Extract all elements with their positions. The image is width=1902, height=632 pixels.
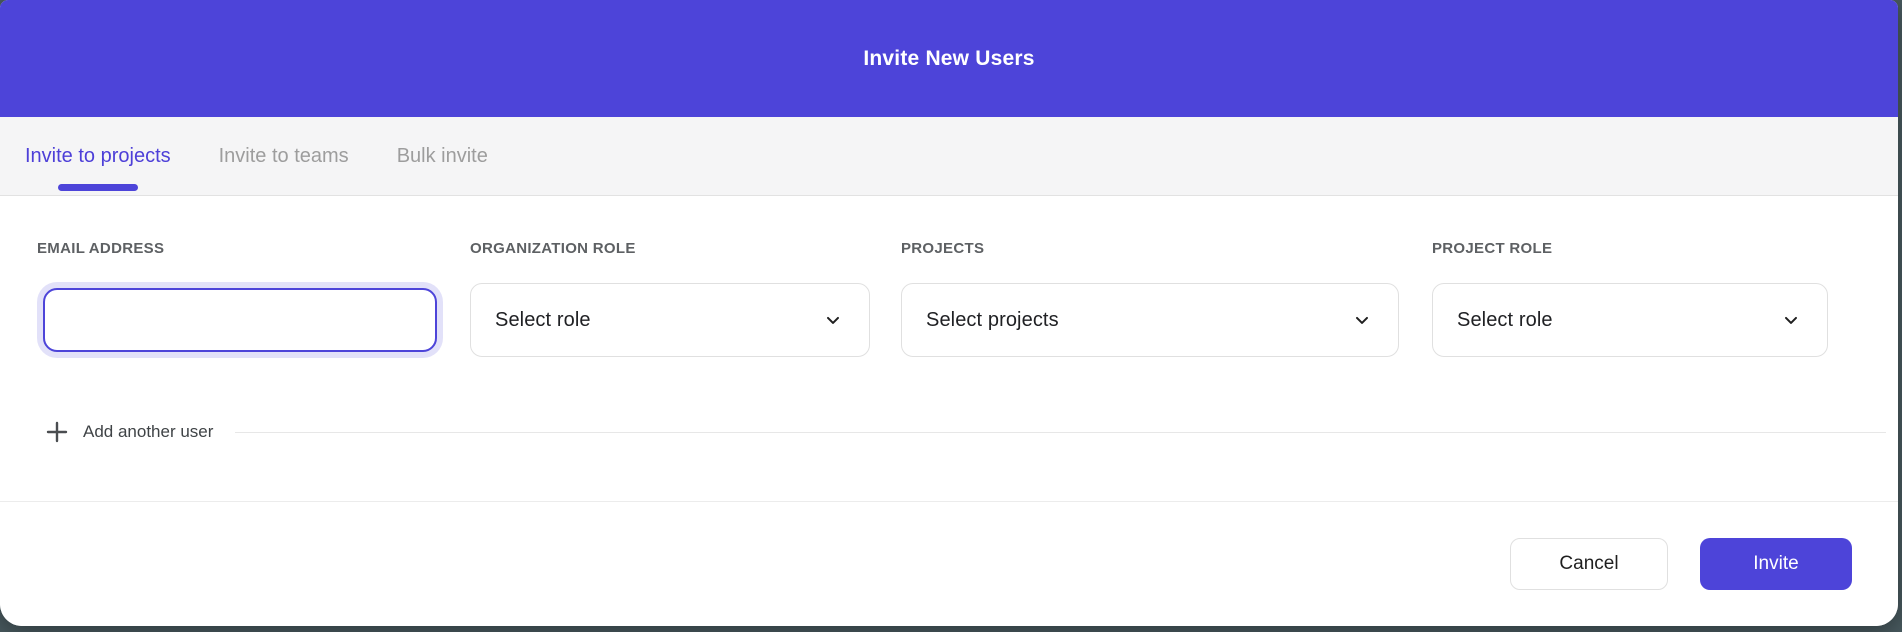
add-user-row: Add another user (37, 420, 1898, 444)
select-value: Select projects (926, 309, 1059, 332)
email-input[interactable] (43, 288, 437, 352)
email-input-wrap (37, 283, 443, 357)
email-address-label: EMAIL ADDRESS (37, 240, 443, 257)
add-another-user-button[interactable]: Add another user (45, 420, 213, 444)
cancel-button[interactable]: Cancel (1510, 538, 1668, 590)
plus-icon (45, 420, 69, 444)
dialog-body: EMAIL ADDRESS ORGANIZATION ROLE Select r… (0, 196, 1898, 501)
invite-new-users-dialog: Invite New Users Invite to projects Invi… (0, 0, 1898, 626)
project-role-label: PROJECT ROLE (1432, 240, 1828, 257)
organization-role-select[interactable]: Select role (470, 283, 870, 357)
project-role-group: PROJECT ROLE Select role (1432, 240, 1828, 357)
active-tab-indicator (58, 184, 138, 191)
tab-bulk-invite[interactable]: Bulk invite (397, 117, 488, 195)
tab-invite-to-teams[interactable]: Invite to teams (219, 117, 349, 195)
organization-role-label: ORGANIZATION ROLE (470, 240, 870, 257)
email-field-group: EMAIL ADDRESS (37, 240, 443, 357)
tab-label: Invite to projects (25, 145, 171, 168)
select-value: Select role (1457, 309, 1553, 332)
divider (235, 432, 1886, 433)
invite-row: EMAIL ADDRESS ORGANIZATION ROLE Select r… (37, 240, 1898, 357)
chevron-down-icon (1352, 310, 1372, 330)
add-another-user-label: Add another user (83, 422, 213, 442)
projects-group: PROJECTS Select projects (901, 240, 1399, 357)
tab-label: Bulk invite (397, 145, 488, 168)
tab-label: Invite to teams (219, 145, 349, 168)
projects-label: PROJECTS (901, 240, 1399, 257)
chevron-down-icon (1781, 310, 1801, 330)
tab-invite-to-projects[interactable]: Invite to projects (25, 117, 171, 195)
dialog-footer: Cancel Invite (0, 502, 1898, 626)
tab-bar: Invite to projects Invite to teams Bulk … (0, 117, 1898, 196)
dialog-title: Invite New Users (863, 47, 1034, 71)
organization-role-group: ORGANIZATION ROLE Select role (470, 240, 870, 357)
dialog-header: Invite New Users (0, 0, 1898, 117)
chevron-down-icon (823, 310, 843, 330)
select-value: Select role (495, 309, 591, 332)
project-role-select[interactable]: Select role (1432, 283, 1828, 357)
invite-button[interactable]: Invite (1700, 538, 1852, 590)
projects-select[interactable]: Select projects (901, 283, 1399, 357)
